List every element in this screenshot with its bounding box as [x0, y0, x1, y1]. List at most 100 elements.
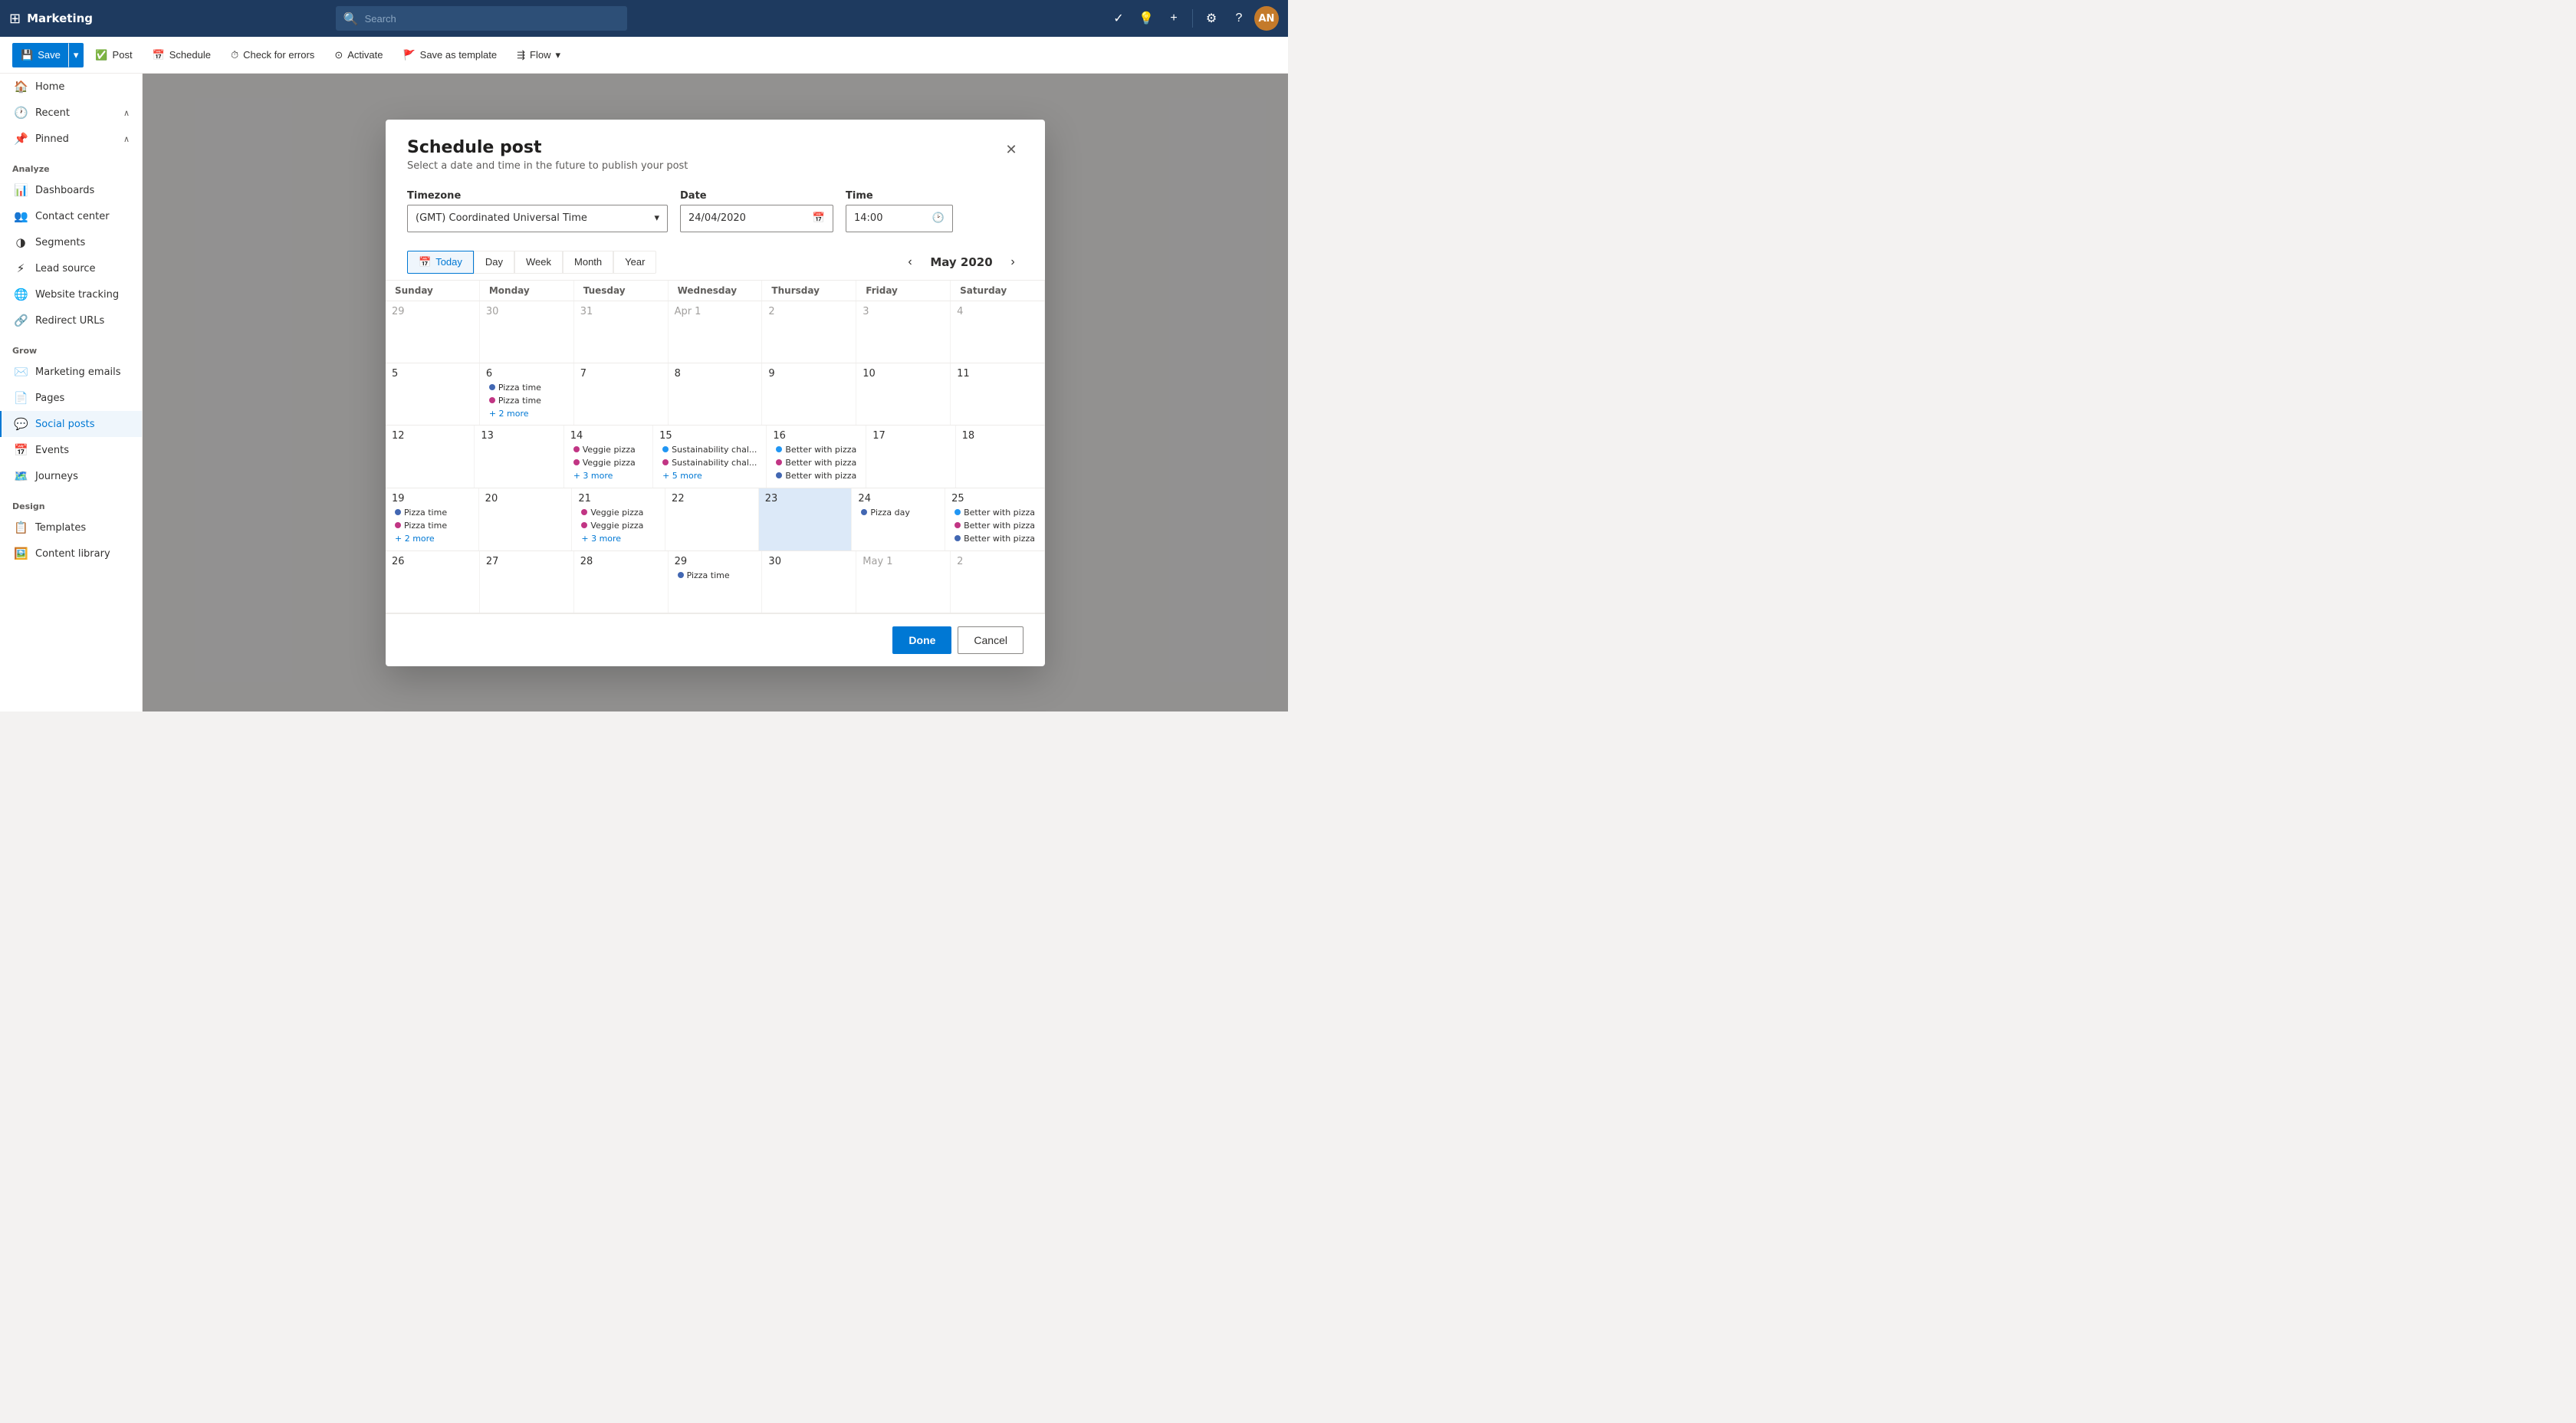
search-bar[interactable]: 🔍 [336, 6, 627, 31]
sidebar-item-social-posts[interactable]: 💬 Social posts [0, 411, 142, 437]
calendar-more-events[interactable]: + 2 more [392, 533, 472, 544]
calendar-event[interactable]: Better with pizza [773, 470, 859, 481]
check-errors-button[interactable]: ⏱ Check for errors [222, 43, 323, 67]
add-icon-btn[interactable]: + [1162, 6, 1186, 31]
checkmark-icon-btn[interactable]: ✓ [1106, 6, 1131, 31]
calendar-day-cell[interactable]: 20 [479, 488, 573, 550]
flow-button[interactable]: ⇶ Flow ▾ [508, 43, 569, 67]
calendar-event[interactable]: Pizza time [392, 520, 472, 531]
search-input[interactable] [365, 13, 619, 25]
calendar-day-cell[interactable]: 17 [866, 426, 955, 488]
calendar-event[interactable]: Pizza time [486, 395, 567, 406]
calendar-event[interactable]: Sustainability chal... [659, 457, 760, 468]
calendar-day-cell[interactable]: 14Veggie pizzaVeggie pizza+ 3 more [564, 426, 653, 488]
help-icon-btn[interactable]: ? [1227, 6, 1251, 31]
calendar-day-cell[interactable]: 7 [574, 363, 669, 425]
calendar-event[interactable]: Pizza time [675, 570, 756, 581]
sidebar-item-pages[interactable]: 📄 Pages [0, 385, 142, 411]
calendar-day-cell[interactable]: 31 [574, 301, 669, 363]
view-today-button[interactable]: 📅 Today [407, 251, 474, 274]
view-year-button[interactable]: Year [613, 251, 656, 274]
calendar-event[interactable]: Better with pizza [773, 457, 859, 468]
sidebar-item-home[interactable]: 🏠 Home [0, 74, 142, 100]
calendar-event[interactable]: Better with pizza [951, 533, 1038, 544]
calendar-day-cell[interactable]: 28 [574, 551, 669, 613]
done-button[interactable]: Done [892, 626, 951, 654]
calendar-event[interactable]: Veggie pizza [578, 507, 659, 518]
calendar-day-cell[interactable]: 13 [475, 426, 564, 488]
time-input[interactable]: 14:00 🕑 [846, 205, 953, 232]
calendar-day-cell[interactable]: 10 [856, 363, 951, 425]
save-template-button[interactable]: 🚩 Save as template [394, 43, 505, 67]
calendar-event[interactable]: Veggie pizza [578, 520, 659, 531]
calendar-event[interactable]: Veggie pizza [570, 457, 646, 468]
save-button[interactable]: 💾 Save [12, 43, 68, 67]
calendar-day-cell[interactable]: 30 [480, 301, 574, 363]
sidebar-item-segments[interactable]: ◑ Segments [0, 229, 142, 255]
sidebar-item-templates[interactable]: 📋 Templates [0, 514, 142, 541]
view-month-button[interactable]: Month [563, 251, 613, 274]
calendar-event[interactable]: Better with pizza [951, 507, 1038, 518]
calendar-day-cell[interactable]: 22 [665, 488, 759, 550]
sidebar-item-dashboards[interactable]: 📊 Dashboards [0, 177, 142, 203]
calendar-day-cell[interactable]: 30 [762, 551, 856, 613]
calendar-day-cell[interactable]: 3 [856, 301, 951, 363]
calendar-day-cell[interactable]: 8 [669, 363, 763, 425]
calendar-day-cell[interactable]: 16Better with pizzaBetter with pizzaBett… [767, 426, 866, 488]
calendar-day-cell[interactable]: 9 [762, 363, 856, 425]
calendar-day-cell[interactable]: 2 [762, 301, 856, 363]
sidebar-item-events[interactable]: 📅 Events [0, 437, 142, 463]
bulb-icon-btn[interactable]: 💡 [1134, 6, 1158, 31]
waffle-icon[interactable]: ⊞ [9, 11, 21, 27]
calendar-event[interactable]: Veggie pizza [570, 444, 646, 455]
date-input[interactable]: 24/04/2020 📅 [680, 205, 833, 232]
calendar-day-cell[interactable]: 23 [759, 488, 853, 550]
calendar-day-cell[interactable]: 21Veggie pizzaVeggie pizza+ 3 more [572, 488, 665, 550]
user-avatar[interactable]: AN [1254, 6, 1279, 31]
calendar-event[interactable]: Better with pizza [951, 520, 1038, 531]
timezone-select[interactable]: (GMT) Coordinated Universal Time ▾ [407, 205, 668, 232]
save-dropdown-arrow[interactable]: ▾ [68, 43, 84, 67]
sidebar-item-recent[interactable]: 🕐 Recent ∧ [0, 100, 142, 126]
calendar-more-events[interactable]: + 3 more [578, 533, 659, 544]
calendar-day-cell[interactable]: 5 [386, 363, 480, 425]
calendar-day-cell[interactable]: 4 [951, 301, 1045, 363]
sidebar-item-lead-source[interactable]: ⚡ Lead source [0, 255, 142, 281]
modal-close-button[interactable]: ✕ [999, 138, 1024, 163]
post-button[interactable]: ✅ Post [87, 43, 140, 67]
calendar-day-cell[interactable]: 15Sustainability chal...Sustainability c… [653, 426, 767, 488]
calendar-day-cell[interactable]: 24Pizza day [852, 488, 945, 550]
sidebar-item-contact-center[interactable]: 👥 Contact center [0, 203, 142, 229]
pinned-collapse-icon[interactable]: ∧ [123, 134, 130, 144]
view-day-button[interactable]: Day [474, 251, 514, 274]
calendar-more-events[interactable]: + 5 more [659, 470, 760, 481]
calendar-event[interactable]: Better with pizza [773, 444, 859, 455]
activate-button[interactable]: ⊙ Activate [326, 43, 391, 67]
calendar-day-cell[interactable]: May 1 [856, 551, 951, 613]
sidebar-item-pinned[interactable]: 📌 Pinned ∧ [0, 126, 142, 152]
sidebar-item-website-tracking[interactable]: 🌐 Website tracking [0, 281, 142, 307]
calendar-day-cell[interactable]: 2 [951, 551, 1045, 613]
calendar-day-cell[interactable]: 11 [951, 363, 1045, 425]
calendar-event[interactable]: Pizza day [858, 507, 938, 518]
calendar-event[interactable]: Pizza time [392, 507, 472, 518]
schedule-button[interactable]: 📅 Schedule [144, 43, 219, 67]
calendar-day-cell[interactable]: 27 [480, 551, 574, 613]
settings-icon-btn[interactable]: ⚙ [1199, 6, 1224, 31]
calendar-day-cell[interactable]: 6Pizza timePizza time+ 2 more [480, 363, 574, 425]
calendar-more-events[interactable]: + 3 more [570, 470, 646, 481]
calendar-day-cell[interactable]: 29Pizza time [669, 551, 763, 613]
calendar-day-cell[interactable]: 26 [386, 551, 480, 613]
sidebar-item-redirect-urls[interactable]: 🔗 Redirect URLs [0, 307, 142, 334]
sidebar-item-journeys[interactable]: 🗺️ Journeys [0, 463, 142, 489]
calendar-day-cell[interactable]: 18 [956, 426, 1045, 488]
sidebar-item-content-library[interactable]: 🖼️ Content library [0, 541, 142, 567]
calendar-day-cell[interactable]: 29 [386, 301, 480, 363]
view-week-button[interactable]: Week [514, 251, 563, 274]
calendar-more-events[interactable]: + 2 more [486, 408, 567, 419]
calendar-day-cell[interactable]: 25Better with pizzaBetter with pizzaBett… [945, 488, 1045, 550]
calendar-prev-button[interactable]: ‹ [899, 251, 921, 273]
cancel-button[interactable]: Cancel [958, 626, 1024, 654]
calendar-day-cell[interactable]: Apr 1 [669, 301, 763, 363]
calendar-day-cell[interactable]: 19Pizza timePizza time+ 2 more [386, 488, 479, 550]
